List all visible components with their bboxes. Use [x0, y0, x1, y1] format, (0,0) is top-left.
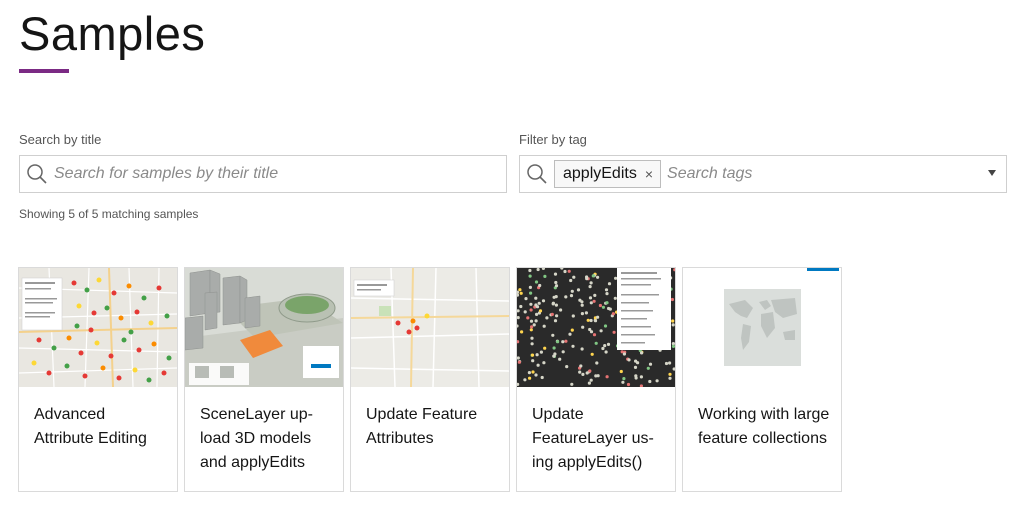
sample-card[interactable]: SceneLayer up-load 3D models and applyEd…: [184, 267, 344, 492]
sample-card[interactable]: Update FeatureLayer us-ing applyEdits(): [516, 267, 676, 492]
tag-filter-input[interactable]: applyEdits × Search tags: [519, 155, 1007, 193]
selected-tag-chip[interactable]: applyEdits ×: [554, 160, 662, 188]
title-accent-underline: [19, 69, 69, 73]
dark-map-with-dense-points-thumbnail: [517, 268, 675, 387]
result-count: Showing 5 of 5 matching samples: [19, 207, 199, 221]
search-input[interactable]: Search for samples by their title: [19, 155, 507, 193]
sample-card-title[interactable]: Update FeatureLayer us-ing applyEdits(): [532, 403, 665, 475]
sample-card-title[interactable]: Update Feature Attributes: [366, 403, 499, 451]
search-placeholder: Search for samples by their title: [54, 165, 279, 182]
chevron-down-icon[interactable]: [988, 170, 996, 176]
sample-card[interactable]: Working with large feature collections: [682, 267, 842, 492]
world-map-thumbnail: [683, 268, 841, 387]
sample-card-title[interactable]: Working with large feature collections: [698, 403, 831, 451]
3d-buildings-scene-thumbnail: [185, 268, 343, 387]
tag-search-placeholder: Search tags: [667, 165, 753, 182]
selected-tag-label: applyEdits: [563, 165, 637, 182]
page-title: Samples: [19, 7, 206, 60]
street-map-with-markers-thumbnail: [351, 268, 509, 387]
remove-tag-icon[interactable]: ×: [645, 166, 653, 182]
sample-card[interactable]: Advanced Attribute Editing: [18, 267, 178, 492]
sample-card[interactable]: Update Feature Attributes: [350, 267, 510, 492]
sample-card-title[interactable]: SceneLayer up-load 3D models and applyEd…: [200, 403, 333, 475]
sample-card-title[interactable]: Advanced Attribute Editing: [34, 403, 167, 451]
search-icon: [526, 163, 548, 185]
map-with-colored-markers-thumbnail: [19, 268, 177, 387]
tag-filter-label: Filter by tag: [519, 132, 587, 147]
search-icon: [26, 163, 48, 185]
search-label: Search by title: [19, 132, 102, 147]
